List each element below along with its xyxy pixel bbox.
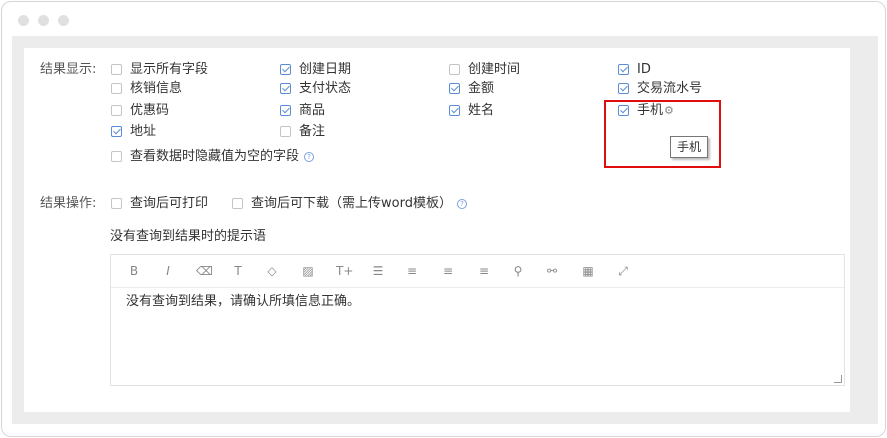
field-label: ID [637,62,651,77]
align-left-icon[interactable]: ≡ [404,263,420,279]
italic-icon[interactable]: I [160,263,176,279]
field-label: 显示所有字段 [130,62,209,77]
field-label: 交易流水号 [637,81,703,96]
settings-gear-icon[interactable]: ⚙ [664,103,674,119]
field-checkbox[interactable] [280,105,291,116]
field-checkbox[interactable] [111,126,122,137]
field-checkbox[interactable] [280,83,291,94]
align-right-icon[interactable]: ≡ [476,263,492,279]
download-checkbox[interactable] [232,198,243,209]
field-label: 备注 [299,124,326,139]
field-checkbox[interactable] [280,64,291,75]
text-format-icon[interactable]: T [230,263,246,279]
field-label: 创建日期 [299,62,352,77]
table-icon[interactable]: ▦ [580,263,596,279]
print-label: 查询后可打印 [130,196,209,211]
unlink-icon[interactable]: ⚯ [544,263,560,279]
list-icon[interactable]: ☰ [370,263,386,279]
display-label: 结果显示: [40,62,97,77]
bold-icon[interactable]: B [126,263,142,279]
image-icon[interactable]: ▨ [300,263,316,279]
resize-handle[interactable] [834,375,842,383]
help-icon[interactable]: ? [457,199,467,209]
link-icon[interactable]: ⚲ [510,263,526,279]
window-dot-close[interactable] [18,15,29,26]
field-checkbox[interactable] [618,83,629,94]
field-checkbox[interactable] [449,83,460,94]
field-label: 金额 [468,81,495,96]
field-label: 核销信息 [130,81,183,96]
field-label: 地址 [130,124,157,139]
window-dot-maximize[interactable] [58,15,69,26]
window-dot-minimize[interactable] [38,15,49,26]
eraser-icon[interactable]: ⌫ [196,263,213,279]
hide-empty-label: 查看数据时隐藏值为空的字段 [130,149,300,164]
field-checkbox[interactable] [111,105,122,116]
field-label: 商品 [299,103,326,118]
field-checkbox[interactable] [449,64,460,75]
editor-toolbar: B I ⌫ T ◇ ▨ T+ ☰ ≡ ≡ ≡ ⚲ ⚯ ▦ ⤢ [111,255,844,288]
hide-empty-checkbox[interactable] [111,151,122,162]
field-checkbox[interactable] [111,83,122,94]
field-label: 创建时间 [468,62,521,77]
field-checkbox[interactable] [449,105,460,116]
field-checkbox[interactable] [618,64,629,75]
field-checkbox[interactable] [111,64,122,75]
operations-label: 结果操作: [40,196,97,211]
field-label: 优惠码 [130,103,170,118]
align-center-icon[interactable]: ≡ [440,263,456,279]
empty-hint-label: 没有查询到结果时的提示语 [110,229,267,244]
help-icon[interactable]: ? [304,152,314,162]
editor-content[interactable]: 没有查询到结果，请确认所填信息正确。 [111,288,844,316]
tooltip: 手机 [670,136,708,158]
download-label: 查询后可下载（需上传word模板） [251,196,452,211]
print-checkbox[interactable] [111,198,122,209]
field-label: 姓名 [468,103,495,118]
rich-text-editor[interactable]: B I ⌫ T ◇ ▨ T+ ☰ ≡ ≡ ≡ ⚲ ⚯ ▦ ⤢ 没有查询到结果，请确认所填信息正确。 [110,254,845,386]
field-label: 支付状态 [299,81,352,96]
font-size-icon[interactable]: T+ [336,263,353,279]
field-checkbox[interactable] [280,126,291,137]
fill-color-icon[interactable]: ◇ [264,263,280,279]
fullscreen-icon[interactable]: ⤢ [615,263,631,279]
